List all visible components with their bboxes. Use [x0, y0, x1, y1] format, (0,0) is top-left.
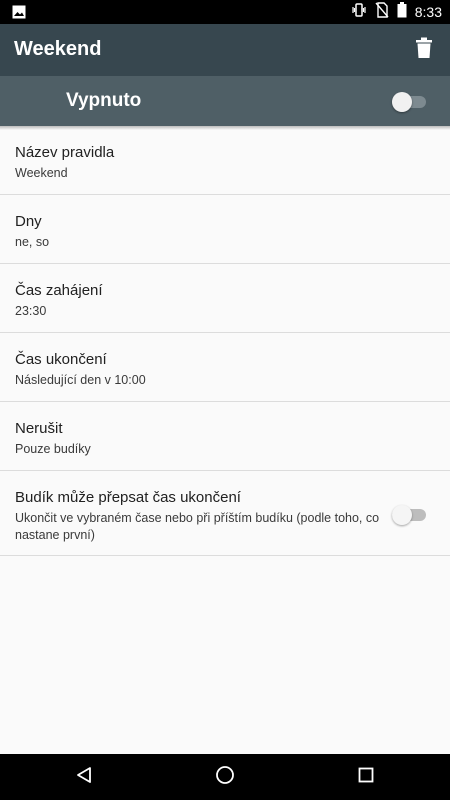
setting-value: Weekend	[15, 166, 68, 180]
setting-do-not-disturb[interactable]: Nerušit Pouze budíky	[0, 402, 450, 471]
recents-icon	[358, 767, 374, 788]
setting-value: 23:30	[15, 304, 47, 318]
setting-value: Následující den v 10:00	[15, 373, 146, 387]
master-toggle-thumb	[392, 92, 412, 112]
back-button[interactable]	[69, 762, 99, 792]
recents-button[interactable]	[351, 762, 381, 792]
delete-button[interactable]	[408, 34, 440, 66]
setting-description: Ukončit ve vybraném čase nebo při příští…	[15, 511, 380, 542]
battery-icon	[397, 1, 407, 23]
setting-value: Pouze budíky	[15, 442, 91, 456]
alarm-override-toggle-thumb	[392, 505, 412, 525]
setting-rule-name[interactable]: Název pravidla Weekend	[0, 126, 450, 195]
setting-title: Budík může přepsat čas ukončení	[15, 489, 241, 506]
setting-title: Název pravidla	[15, 144, 115, 161]
home-icon	[215, 765, 235, 790]
master-switch-bar[interactable]: Vypnuto	[0, 76, 450, 126]
setting-title: Nerušit	[15, 420, 63, 437]
master-toggle[interactable]	[392, 91, 426, 112]
setting-title: Dny	[15, 213, 42, 230]
trash-icon	[415, 37, 433, 64]
app-bar-shadow	[0, 126, 450, 130]
app-bar: Weekend	[0, 24, 450, 76]
vibrate-icon	[351, 2, 367, 23]
clock-text: 8:33	[414, 4, 442, 20]
setting-start-time[interactable]: Čas zahájení 23:30	[0, 264, 450, 333]
setting-title: Čas ukončení	[15, 351, 107, 368]
setting-title: Čas zahájení	[15, 282, 103, 299]
setting-alarm-override[interactable]: Budík může přepsat čas ukončení Ukončit …	[0, 471, 450, 556]
status-bar: 8:33	[0, 0, 450, 24]
back-icon	[75, 766, 93, 789]
alarm-override-toggle[interactable]	[392, 504, 426, 525]
setting-value: ne, so	[15, 235, 50, 249]
navigation-bar	[0, 754, 450, 800]
settings-list: Název pravidla Weekend Dny ne, so Čas za…	[0, 126, 450, 556]
master-switch-label: Vypnuto	[66, 90, 142, 111]
home-button[interactable]	[210, 762, 240, 792]
no-sim-icon	[375, 1, 389, 23]
setting-end-time[interactable]: Čas ukončení Následující den v 10:00	[0, 333, 450, 402]
image-icon	[12, 5, 26, 19]
setting-days[interactable]: Dny ne, so	[0, 195, 450, 264]
page-title: Weekend	[14, 38, 102, 60]
